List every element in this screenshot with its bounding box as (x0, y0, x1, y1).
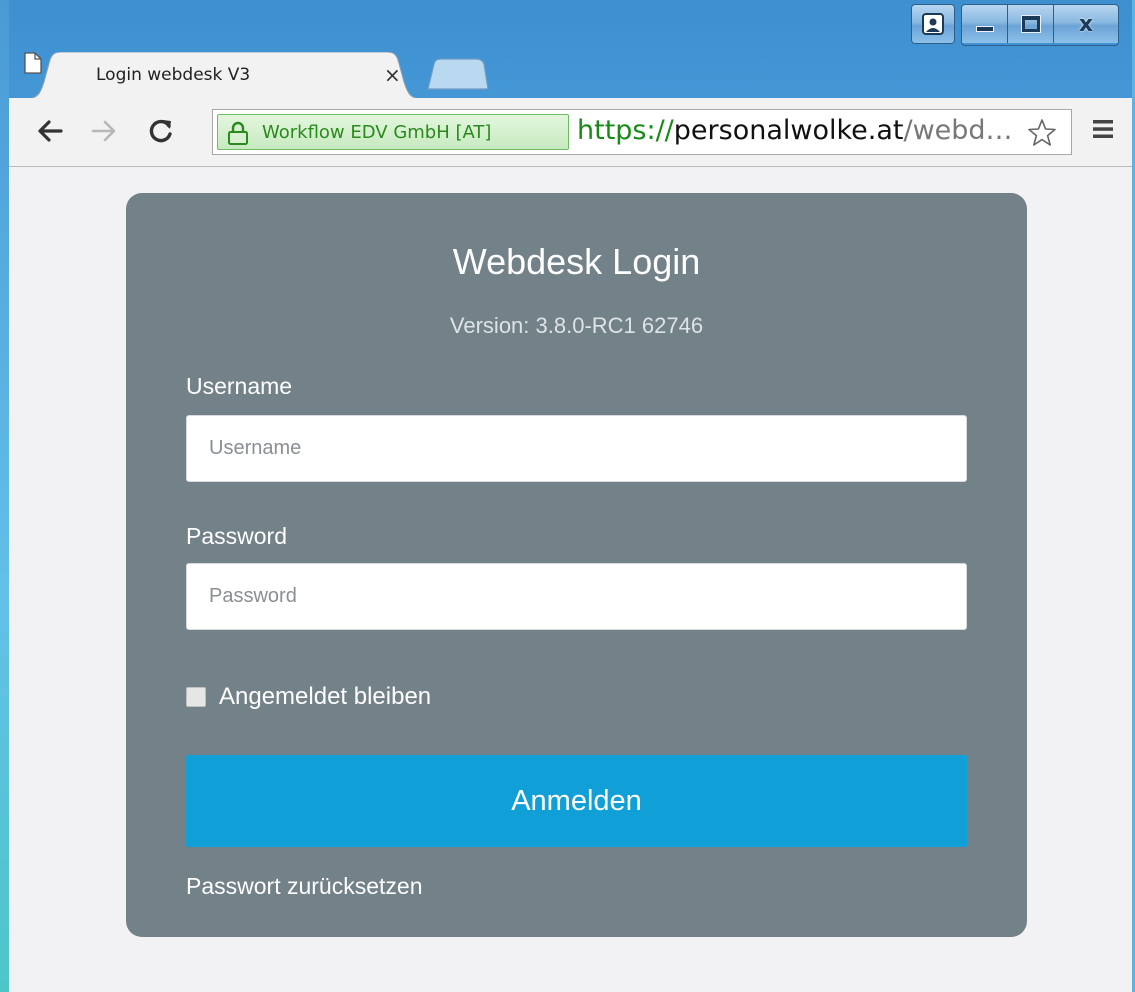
url-scheme: https:// (577, 115, 674, 146)
window-caption-buttons: x (911, 4, 1119, 48)
forward-arrow-icon[interactable] (91, 120, 117, 142)
back-arrow-icon[interactable] (37, 120, 63, 142)
page-icon (24, 52, 42, 74)
version-text: Version: 3.8.0-RC1 62746 (449, 313, 704, 338)
maximize-button[interactable] (1008, 5, 1054, 43)
browser-tab[interactable]: Login webdesk V3 × (24, 52, 424, 99)
maximize-icon (1021, 16, 1040, 32)
login-card: Webdesk Login Version: 3.8.0-RC1 62746 U… (126, 193, 1027, 937)
minimize-button[interactable] (962, 5, 1008, 43)
address-bar[interactable]: Workflow EDV GmbH [AT] https://personalw… (212, 109, 1072, 155)
login-title: Webdesk Login (452, 241, 701, 282)
user-profile-button[interactable] (911, 4, 955, 44)
user-icon (922, 13, 944, 35)
window-frame-left (0, 0, 9, 992)
url-path: /webd… (903, 115, 1013, 146)
ev-certificate-badge[interactable]: Workflow EDV GmbH [AT] (217, 114, 569, 150)
remember-me[interactable]: Angemeldet bleiben (186, 683, 431, 711)
window-controls: x (961, 4, 1119, 46)
menu-icon[interactable] (1093, 119, 1113, 139)
minimize-icon (975, 26, 994, 32)
remember-me-label[interactable]: Angemeldet bleiben (219, 683, 431, 711)
close-icon: x (1078, 11, 1094, 37)
browser-toolbar: Workflow EDV GmbH [AT] https://personalw… (9, 98, 1132, 167)
page-content: Webdesk Login Version: 3.8.0-RC1 62746 U… (9, 167, 1132, 992)
password-input[interactable] (186, 563, 967, 630)
username-input[interactable] (186, 415, 967, 482)
reset-password-link[interactable]: Passwort zurücksetzen (186, 873, 422, 900)
lock-icon (228, 121, 248, 145)
url-host: personalwolke.at (673, 115, 904, 146)
reload-icon[interactable] (148, 118, 174, 144)
tab-title: Login webdesk V3 (96, 65, 251, 85)
bookmark-star-icon[interactable] (1027, 118, 1057, 148)
username-label: Username (186, 373, 293, 399)
close-window-button[interactable]: x (1054, 5, 1118, 43)
password-label: Password (186, 523, 287, 549)
new-tab-button[interactable] (426, 58, 490, 90)
login-button[interactable]: Anmelden (186, 755, 967, 847)
url-text[interactable]: https://personalwolke.at/webd… (577, 115, 1021, 146)
remember-me-checkbox[interactable] (186, 687, 206, 707)
ev-certificate-text: Workflow EDV GmbH [AT] (262, 122, 492, 143)
tab-close-icon[interactable]: × (384, 63, 401, 87)
